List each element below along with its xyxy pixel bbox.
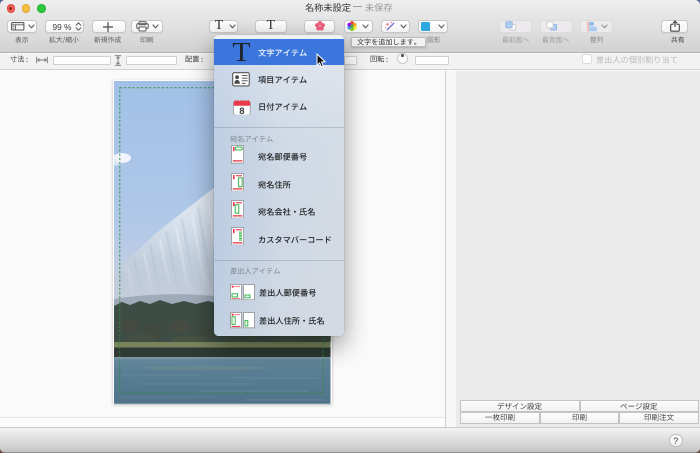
- svg-text:8: 8: [239, 105, 244, 115]
